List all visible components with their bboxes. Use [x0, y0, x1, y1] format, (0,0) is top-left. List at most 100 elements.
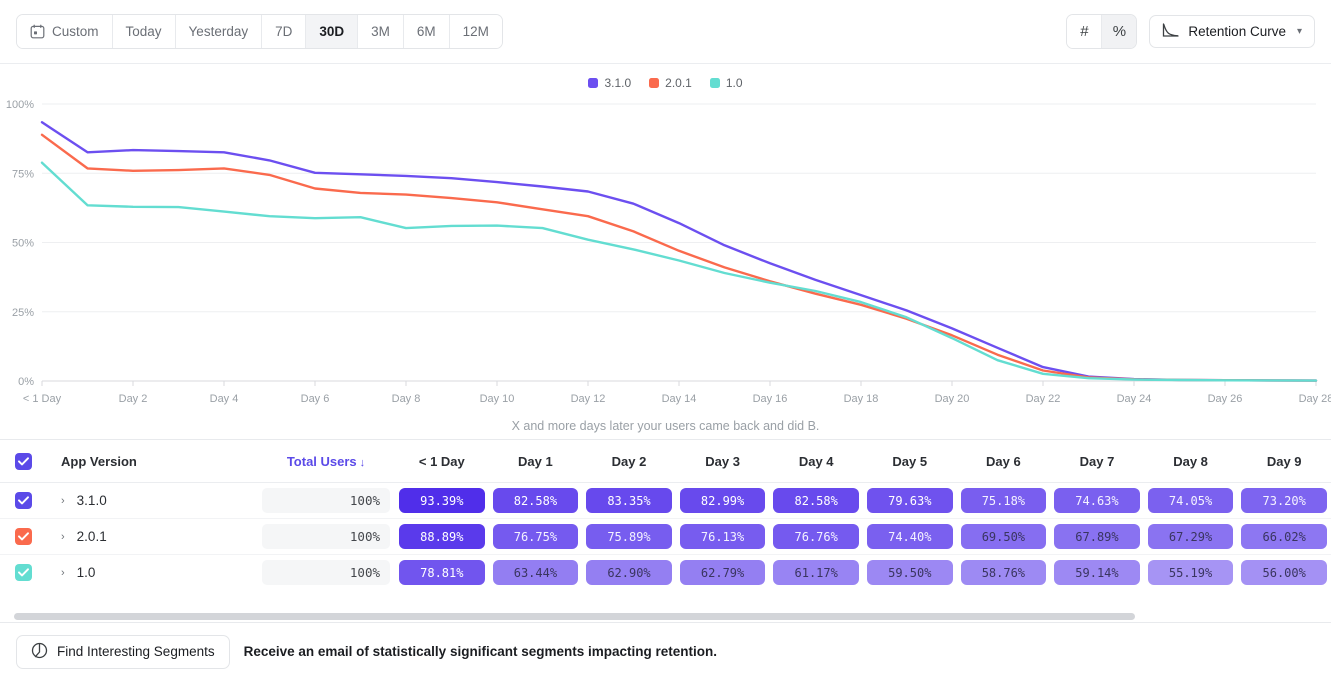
day-column-header[interactable]: Day 7 [1050, 440, 1144, 483]
retention-cell: 58.76% [957, 555, 1051, 590]
retention-value: 74.63% [1054, 488, 1140, 513]
day-column-header[interactable]: Day 5 [863, 440, 957, 483]
x-axis-tick-label: Day 28 [1299, 393, 1331, 405]
find-interesting-segments-button[interactable]: Find Interesting Segments [16, 635, 230, 669]
legend-swatch [588, 78, 598, 88]
total-users-value: 100% [262, 524, 390, 549]
retention-cell: 63.44% [489, 555, 583, 590]
toolbar: Custom Today Yesterday7D30D3M6M12M # % Ret… [0, 0, 1331, 64]
retention-cell: 59.50% [863, 555, 957, 590]
day-column-header[interactable]: Day 6 [957, 440, 1051, 483]
retention-cell: 62.90% [582, 555, 676, 590]
retention-curve-icon [1162, 23, 1179, 41]
chart-line-1.0 [42, 163, 1316, 381]
day-column-header[interactable]: Day 2 [582, 440, 676, 483]
retention-cell: 59.14% [1050, 555, 1144, 590]
chart-type-dropdown[interactable]: Retention Curve ▾ [1149, 15, 1315, 48]
app-version-header[interactable]: App Version [47, 440, 257, 483]
range-button-today[interactable]: Today [113, 15, 176, 48]
range-button-12m[interactable]: 12M [450, 15, 502, 48]
retention-cell: 66.02% [1237, 519, 1331, 555]
row-checkbox[interactable] [15, 528, 32, 545]
percent-toggle-button[interactable]: % [1102, 15, 1136, 48]
retention-cell: 55.19% [1144, 555, 1238, 590]
range-button-label: Custom [52, 24, 99, 39]
range-button-label: Today [126, 24, 162, 39]
row-select-cell [0, 483, 47, 519]
retention-value: 61.17% [773, 560, 859, 585]
app-version-cell: › 3.1.0 [47, 483, 257, 519]
retention-value: 74.40% [867, 524, 953, 549]
retention-table: App Version Total Users↓ < 1 DayDay 1Day… [0, 440, 1331, 590]
table-header-row: App Version Total Users↓ < 1 DayDay 1Day… [0, 440, 1331, 483]
select-all-header [0, 440, 47, 483]
day-column-header[interactable]: Day 1 [489, 440, 583, 483]
legend-item-3.1.0[interactable]: 3.1.0 [588, 76, 631, 90]
retention-value: 73.20% [1241, 488, 1327, 513]
retention-value: 76.13% [680, 524, 766, 549]
row-select-cell [0, 555, 47, 590]
legend-item-2.0.1[interactable]: 2.0.1 [649, 76, 692, 90]
retention-value: 83.35% [586, 488, 672, 513]
range-button-yesterday[interactable]: Yesterday [176, 15, 263, 48]
retention-cell: 93.39% [395, 483, 489, 519]
range-button-6m[interactable]: 6M [404, 15, 450, 48]
row-select-cell [0, 519, 47, 555]
retention-value: 74.05% [1148, 488, 1234, 513]
retention-value: 67.89% [1054, 524, 1140, 549]
retention-value: 79.63% [867, 488, 953, 513]
retention-cell: 74.63% [1050, 483, 1144, 519]
legend-item-1.0[interactable]: 1.0 [710, 76, 743, 90]
range-button-7d[interactable]: 7D [262, 15, 306, 48]
retention-value: 76.76% [773, 524, 859, 549]
retention-cell: 69.50% [957, 519, 1051, 555]
day-column-header[interactable]: Day 9 [1237, 440, 1331, 483]
y-axis-tick-label: 25% [12, 307, 34, 319]
expand-chevron-icon[interactable]: › [61, 567, 65, 579]
select-all-checkbox[interactable] [15, 453, 32, 470]
horizontal-scrollbar-track[interactable] [14, 613, 1317, 620]
total-users-cell: 100% [257, 483, 395, 519]
total-users-value: 100% [262, 488, 390, 513]
chart-x-axis-caption: X and more days later your users came ba… [0, 419, 1331, 433]
retention-value: 56.00% [1241, 560, 1327, 585]
x-axis-tick-label: Day 12 [571, 393, 606, 405]
horizontal-scrollbar-thumb[interactable] [14, 613, 1135, 620]
total-users-value: 100% [262, 560, 390, 585]
retention-value: 58.76% [961, 560, 1047, 585]
retention-cell: 82.99% [676, 483, 770, 519]
percent-icon: % [1113, 23, 1126, 40]
retention-value: 82.58% [773, 488, 859, 513]
x-axis-tick-label: Day 2 [119, 393, 148, 405]
legend-label: 3.1.0 [604, 76, 631, 90]
retention-cell: 76.13% [676, 519, 770, 555]
x-axis-tick-label: Day 22 [1026, 393, 1061, 405]
date-range-selector[interactable]: Custom Today Yesterday7D30D3M6M12M [16, 14, 503, 49]
count-toggle-button[interactable]: # [1067, 15, 1102, 48]
range-button-custom[interactable]: Custom [17, 15, 113, 48]
x-axis-tick-label: Day 16 [753, 393, 788, 405]
app-version-label: 3.1.0 [77, 493, 107, 508]
day-column-header[interactable]: Day 4 [769, 440, 863, 483]
range-button-3m[interactable]: 3M [358, 15, 404, 48]
retention-dashboard: Custom Today Yesterday7D30D3M6M12M # % Ret… [0, 0, 1331, 680]
retention-value: 88.89% [399, 524, 485, 549]
retention-value: 59.14% [1054, 560, 1140, 585]
table-header: App Version Total Users↓ < 1 DayDay 1Day… [0, 440, 1331, 483]
row-checkbox[interactable] [15, 492, 32, 509]
table-row: ›2.0.1100%88.89%76.75%75.89%76.13%76.76%… [0, 519, 1331, 555]
day-column-header[interactable]: Day 3 [676, 440, 770, 483]
retention-cell: 75.89% [582, 519, 676, 555]
day-column-header[interactable]: < 1 Day [395, 440, 489, 483]
day-column-header[interactable]: Day 8 [1144, 440, 1238, 483]
total-users-header[interactable]: Total Users↓ [257, 440, 395, 483]
retention-value: 59.50% [867, 560, 953, 585]
table-body: ›3.1.0100%93.39%82.58%83.35%82.99%82.58%… [0, 483, 1331, 590]
chart-legend: 3.1.0 2.0.1 1.0 [0, 76, 1331, 90]
expand-chevron-icon[interactable]: › [61, 531, 65, 543]
expand-chevron-icon[interactable]: › [61, 495, 65, 507]
range-button-30d[interactable]: 30D [306, 15, 358, 48]
value-format-toggle[interactable]: # % [1066, 14, 1137, 49]
row-checkbox[interactable] [15, 564, 32, 581]
retention-cell: 76.76% [769, 519, 863, 555]
